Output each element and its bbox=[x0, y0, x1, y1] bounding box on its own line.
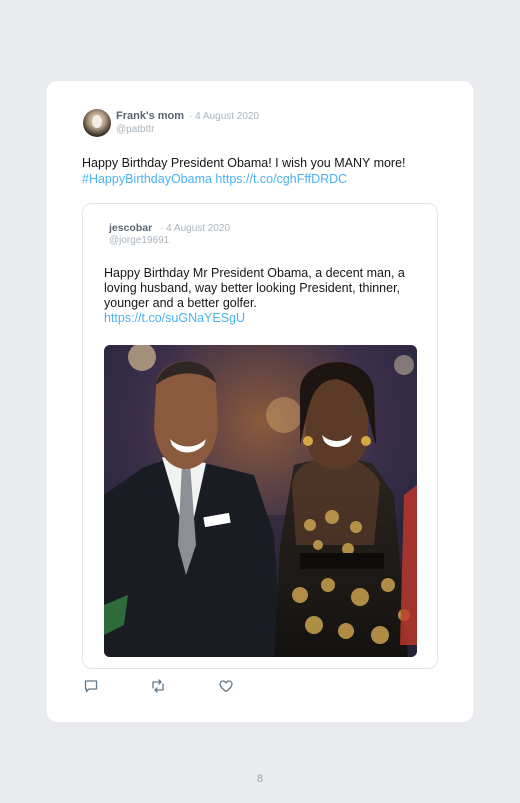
retweet-icon[interactable] bbox=[150, 678, 166, 694]
tweet-body: Happy Birthday President Obama! I wish y… bbox=[82, 156, 406, 170]
hashtag-link[interactable]: #HappyBirthdayObama bbox=[82, 172, 212, 186]
tweet-photo[interactable] bbox=[104, 345, 417, 657]
tweet-card: Frank's mom · 4 August 2020 @patbttr Hap… bbox=[47, 81, 473, 722]
avatar[interactable] bbox=[83, 109, 111, 137]
quoted-url-link[interactable]: https://t.co/suGNaYESgU bbox=[104, 311, 245, 325]
photo-illustration bbox=[104, 345, 417, 657]
reply-icon[interactable] bbox=[83, 678, 99, 694]
tweet-date[interactable]: · 4 August 2020 bbox=[189, 111, 259, 122]
tweet-text: Happy Birthday President Obama! I wish y… bbox=[82, 155, 452, 187]
quoted-tweet[interactable]: jescobar · 4 August 2020 @jorge19691 Hap… bbox=[82, 203, 438, 669]
page-number: 8 bbox=[256, 773, 264, 785]
quoted-tweet-date[interactable]: · 4 August 2020 bbox=[160, 223, 230, 234]
author-handle[interactable]: @patbttr bbox=[116, 124, 155, 135]
quoted-author-name[interactable]: jescobar bbox=[109, 222, 152, 234]
tweet-url-link[interactable]: https://t.co/cghFffDRDC bbox=[215, 172, 347, 186]
quoted-author-handle[interactable]: @jorge19691 bbox=[109, 235, 169, 246]
author-name[interactable]: Frank's mom bbox=[116, 110, 184, 122]
like-icon[interactable] bbox=[218, 678, 234, 694]
quoted-tweet-body: Happy Birthday Mr President Obama, a dec… bbox=[104, 266, 405, 310]
quoted-tweet-text: Happy Birthday Mr President Obama, a dec… bbox=[104, 266, 424, 326]
